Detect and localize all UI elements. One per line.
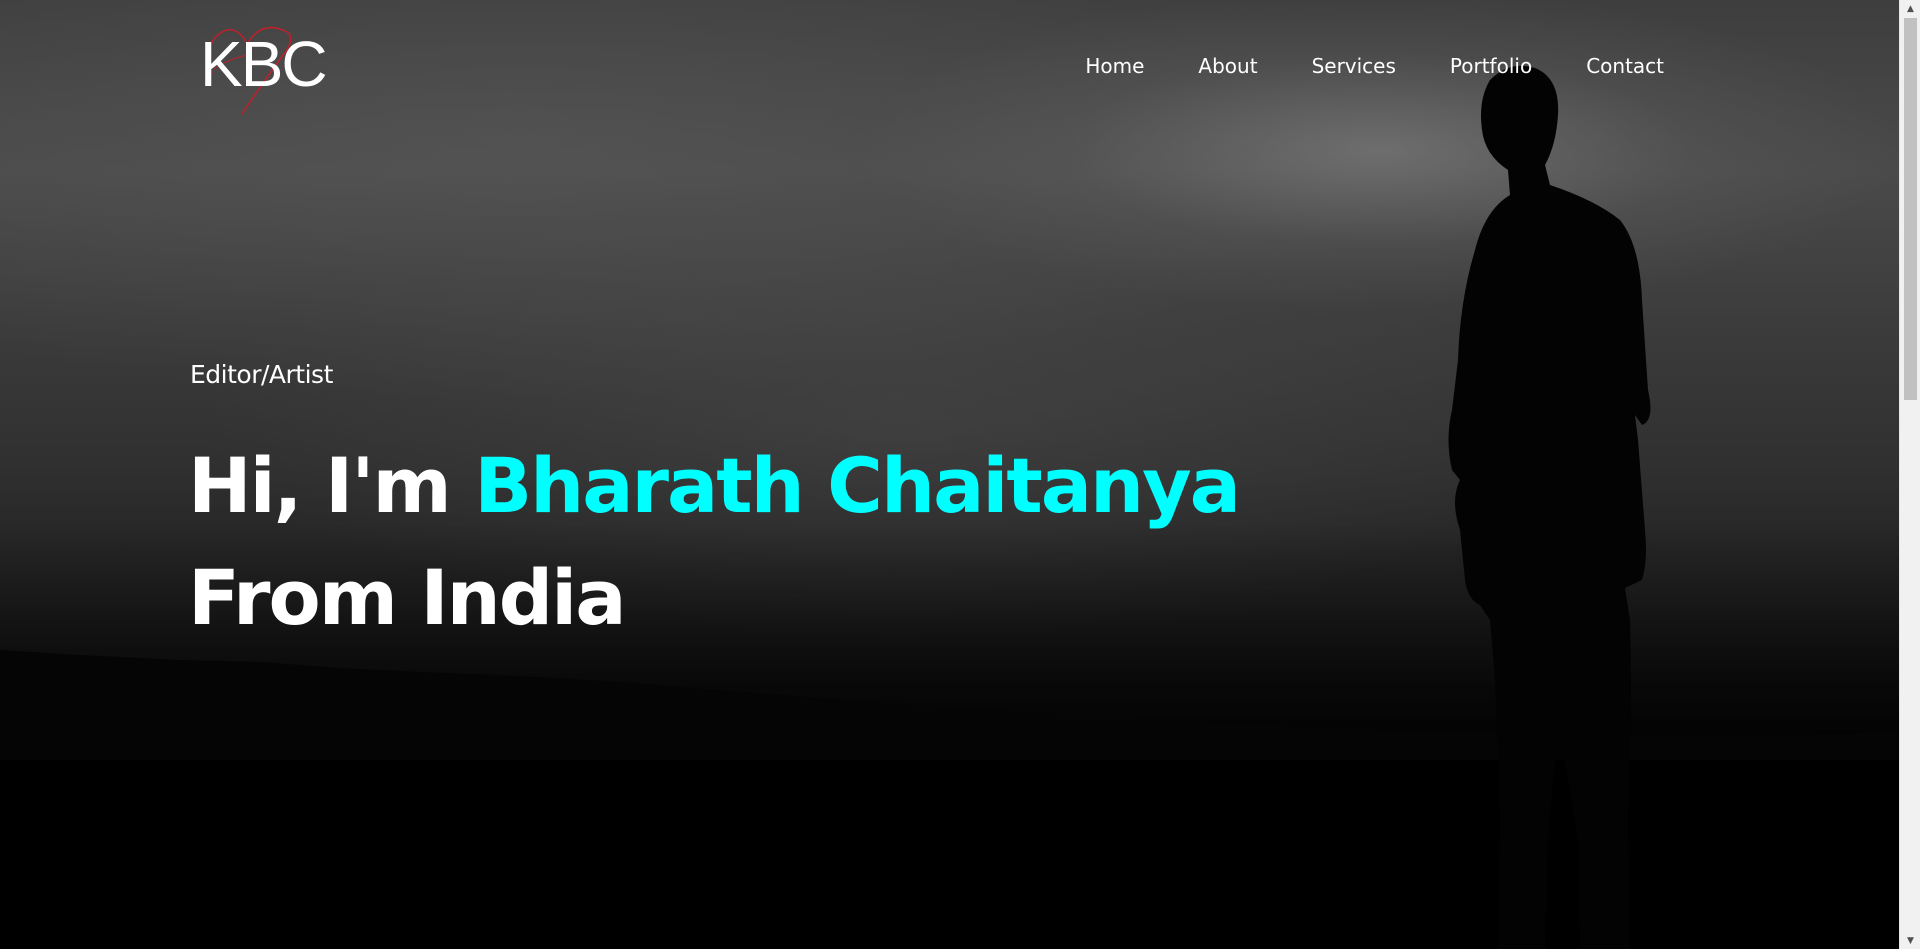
main-nav: Home About Services Portfolio Contact xyxy=(1085,54,1664,78)
hero-section: KBC Home About Services Portfolio Contac… xyxy=(0,0,1899,949)
headline-line2: From India xyxy=(188,553,627,642)
nav-home[interactable]: Home xyxy=(1085,54,1144,78)
headline-prefix: Hi, I'm xyxy=(188,441,452,530)
logo[interactable]: KBC xyxy=(192,24,328,119)
nav-portfolio[interactable]: Portfolio xyxy=(1450,54,1532,78)
scrollbar-thumb[interactable] xyxy=(1904,18,1917,400)
person-silhouette xyxy=(1448,65,1651,949)
nav-about[interactable]: About xyxy=(1198,54,1257,78)
chevron-down-icon[interactable]: ▼ xyxy=(1900,932,1920,949)
hero-headline: Hi, I'm Bharath Chaitanya From India xyxy=(188,430,1241,654)
headline-name: Bharath Chaitanya xyxy=(474,441,1241,530)
hero-subtitle: Editor/Artist xyxy=(190,360,333,389)
nav-contact[interactable]: Contact xyxy=(1586,54,1664,78)
chevron-up-icon[interactable]: ▲ xyxy=(1900,0,1920,17)
nav-services[interactable]: Services xyxy=(1312,54,1396,78)
page-scrollbar[interactable]: ▲ ▼ xyxy=(1899,0,1920,949)
logo-text: KBC xyxy=(200,28,328,100)
